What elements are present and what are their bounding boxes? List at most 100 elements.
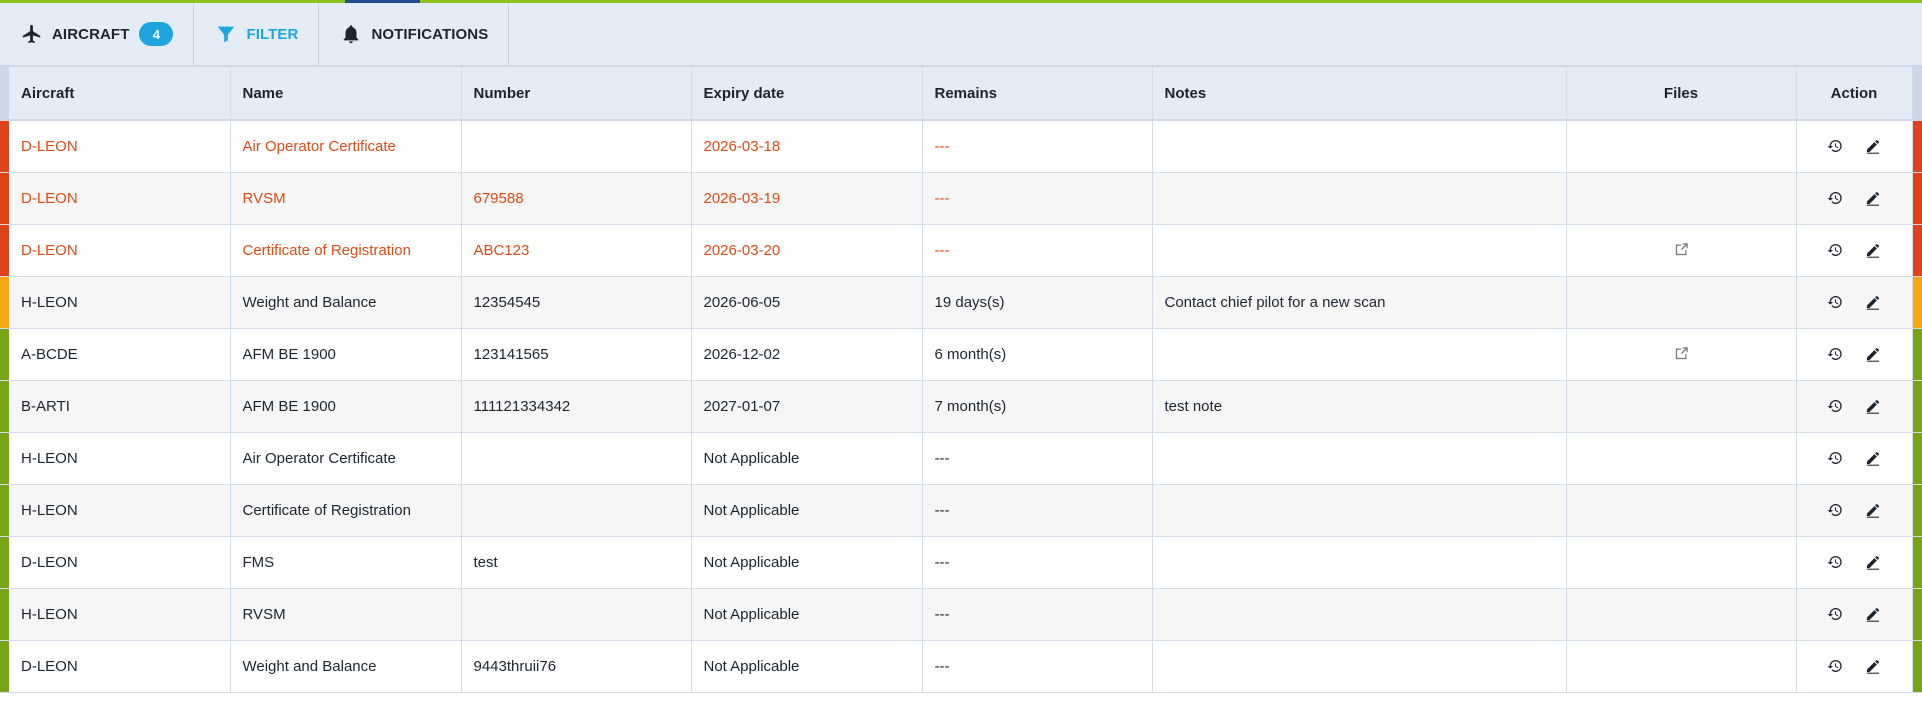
history-icon[interactable] [1824,135,1846,157]
column-header-remains[interactable]: Remains [922,67,1153,121]
table-row[interactable]: B-ARTI AFM BE 1900 111121334342 2027-01-07 7… [0,380,1922,433]
table-row[interactable]: D-LEON RVSM 679588 2026-03-19 --- [0,172,1922,225]
edit-pencil-icon[interactable] [1862,135,1884,157]
table-row[interactable]: D-LEON FMS test Not Applicable --- [0,536,1922,589]
cell-remains: --- [922,224,1153,277]
status-strip [0,276,9,329]
cell-files [1566,380,1797,433]
status-strip-right [1912,172,1922,225]
cell-number [461,588,692,641]
cell-action [1796,588,1913,641]
status-strip-right [1912,276,1922,329]
cell-files [1566,328,1797,381]
table-row[interactable]: H-LEON Weight and Balance 12354545 2026-06-… [0,276,1922,329]
table-row[interactable]: D-LEON Certificate of Registration ABC123 2… [0,224,1922,277]
table-body: D-LEON Air Operator Certificate 2026-03-18… [0,120,1922,693]
history-icon[interactable] [1824,655,1846,677]
edit-pencil-icon[interactable] [1862,655,1884,677]
column-header-number[interactable]: Number [461,67,692,121]
tab-notifications[interactable]: NOTIFICATIONS [319,3,510,65]
table-row[interactable]: A-BCDE AFM BE 1900 123141565 2026-12-02 6 mo… [0,328,1922,381]
status-strip [0,484,9,537]
cell-aircraft: H-LEON [9,276,231,329]
tab-filter[interactable]: FILTER [194,3,320,65]
table-row[interactable]: H-LEON Certificate of Registration Not App… [0,484,1922,537]
status-strip [0,536,9,589]
table-row[interactable]: D-LEON Weight and Balance 9443thruii76 Not … [0,640,1922,693]
history-icon[interactable] [1824,395,1846,417]
table-row[interactable]: H-LEON RVSM Not Applicable --- [0,588,1922,641]
history-icon[interactable] [1824,603,1846,625]
cell-notes [1152,588,1567,641]
cell-files [1566,536,1797,589]
status-strip-right [1912,328,1922,381]
cell-expiry-date: Not Applicable [691,484,923,537]
cell-name: RVSM [230,588,462,641]
column-header-expiry-date[interactable]: Expiry date [691,67,923,121]
table-row[interactable]: H-LEON Air Operator Certificate Not Applic… [0,432,1922,485]
cell-files [1566,172,1797,225]
status-strip-right [1912,224,1922,277]
column-header-aircraft[interactable]: Aircraft [9,67,231,121]
edit-pencil-icon[interactable] [1862,395,1884,417]
documents-table: Aircraft Name Number Expiry date Remains… [0,67,1922,693]
cell-remains: 19 days(s) [922,276,1153,329]
tab-aircraft[interactable]: AIRCRAFT 4 [0,3,195,65]
cell-aircraft: H-LEON [9,432,231,485]
toolbar: AIRCRAFT 4 FILTER NOTIFICATIONS [0,3,1922,67]
cell-files [1566,640,1797,693]
cell-name: AFM BE 1900 [230,328,462,381]
cell-aircraft: H-LEON [9,588,231,641]
edit-pencil-icon[interactable] [1862,291,1884,313]
cell-number [461,484,692,537]
table-header-row: Aircraft Name Number Expiry date Remains… [0,67,1922,121]
cell-name: Air Operator Certificate [230,120,462,173]
column-header-name[interactable]: Name [230,67,462,121]
cell-notes: Contact chief pilot for a new scan [1152,276,1567,329]
edit-pencil-icon[interactable] [1862,447,1884,469]
history-icon[interactable] [1824,343,1846,365]
history-icon[interactable] [1824,551,1846,573]
tab-notifications-label: NOTIFICATIONS [371,25,489,43]
status-strip [0,120,9,173]
history-icon[interactable] [1824,499,1846,521]
status-strip [0,640,9,693]
table-row[interactable]: D-LEON Air Operator Certificate 2026-03-18… [0,120,1922,173]
cell-remains: --- [922,172,1153,225]
cell-expiry-date: Not Applicable [691,432,923,485]
edit-pencil-icon[interactable] [1862,551,1884,573]
cell-aircraft: H-LEON [9,484,231,537]
edit-pencil-icon[interactable] [1862,343,1884,365]
edit-pencil-icon[interactable] [1862,499,1884,521]
edit-pencil-icon[interactable] [1862,239,1884,261]
edit-pencil-icon[interactable] [1862,187,1884,209]
open-external-icon[interactable] [1672,344,1690,362]
aircraft-count-badge: 4 [139,22,174,46]
cell-number: ABC123 [461,224,692,277]
edit-pencil-icon[interactable] [1862,603,1884,625]
cell-aircraft: D-LEON [9,536,231,589]
cell-notes [1152,172,1567,225]
cell-action [1796,120,1913,173]
cell-notes [1152,432,1567,485]
cell-remains: --- [922,484,1153,537]
open-external-icon[interactable] [1672,240,1690,258]
status-strip [0,224,9,277]
history-icon[interactable] [1824,447,1846,469]
cell-number: 12354545 [461,276,692,329]
cell-remains: --- [922,120,1153,173]
column-header-notes[interactable]: Notes [1152,67,1567,121]
history-icon[interactable] [1824,239,1846,261]
cell-number [461,432,692,485]
column-header-files[interactable]: Files [1566,67,1797,121]
airplane-icon [20,22,44,46]
history-icon[interactable] [1824,291,1846,313]
cell-name: Weight and Balance [230,640,462,693]
cell-number: 679588 [461,172,692,225]
cell-expiry-date: 2026-12-02 [691,328,923,381]
history-icon[interactable] [1824,187,1846,209]
cell-name: RVSM [230,172,462,225]
cell-name: AFM BE 1900 [230,380,462,433]
tab-filter-label: FILTER [246,25,299,43]
header-strip [0,67,9,121]
